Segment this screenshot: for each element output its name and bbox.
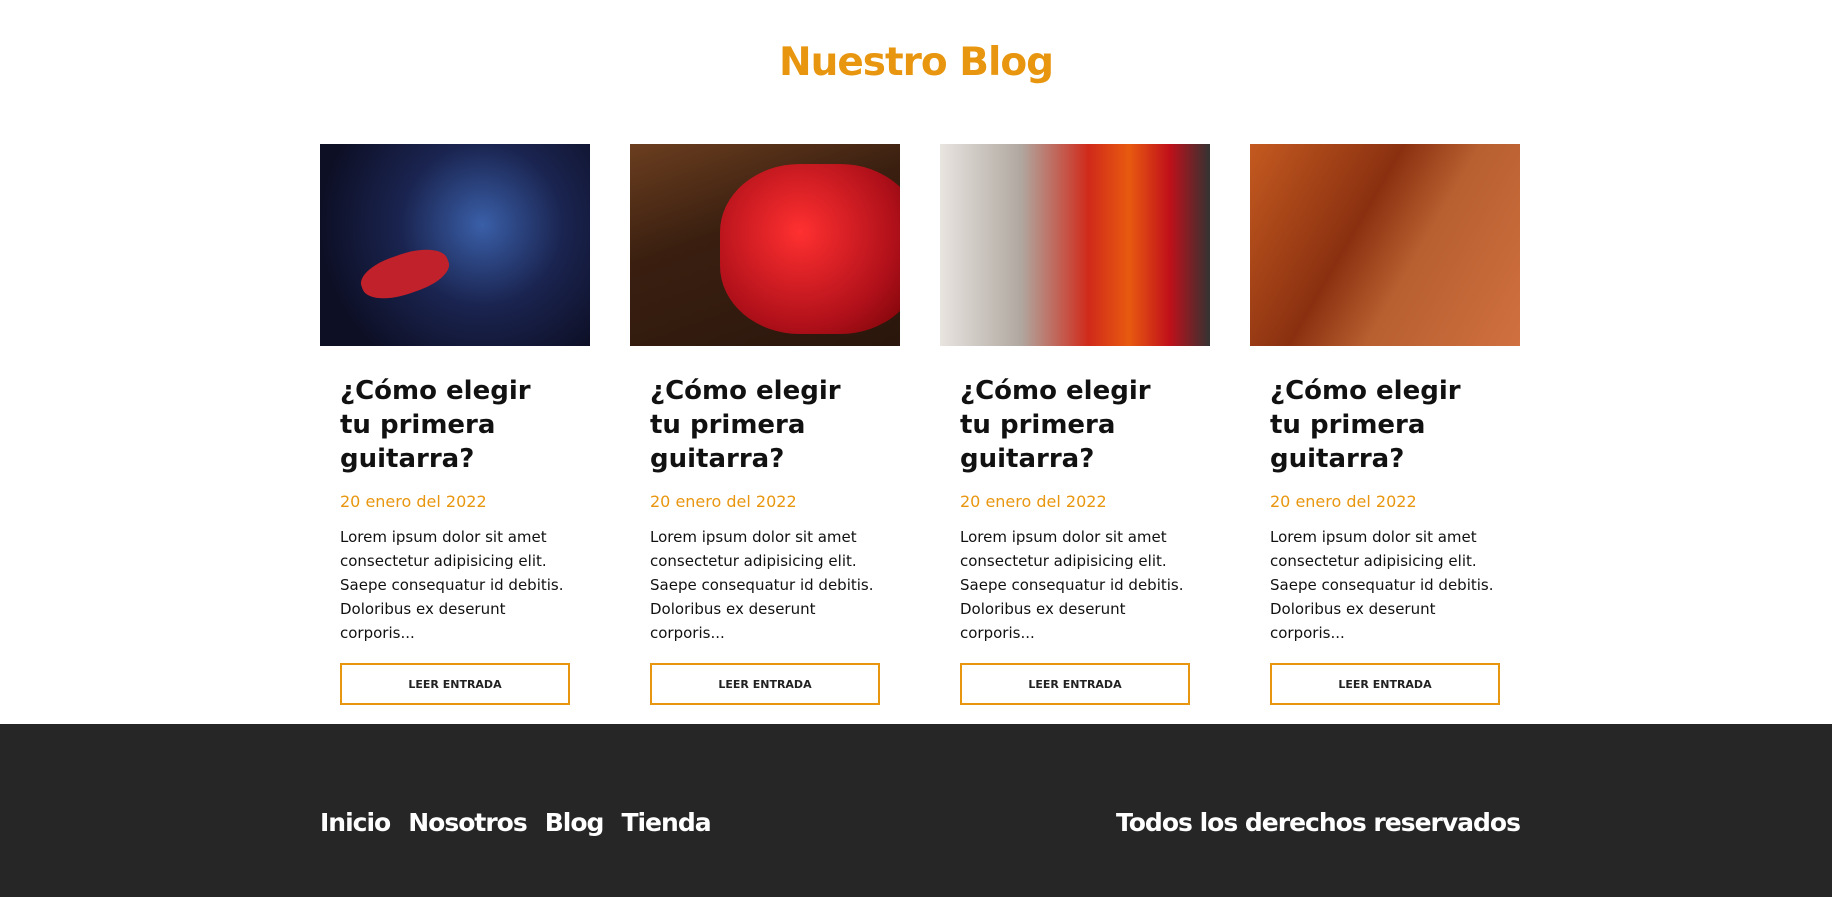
- read-post-button[interactable]: LEER ENTRADA: [960, 663, 1190, 705]
- post-excerpt: Lorem ipsum dolor sit amet consectetur a…: [340, 528, 564, 642]
- read-post-button[interactable]: LEER ENTRADA: [1270, 663, 1500, 705]
- footer-nav: Inicio Nosotros Blog Tienda: [320, 808, 712, 837]
- blog-card: ¿Cómo elegir tu primera guitarra? 20 ene…: [320, 144, 590, 705]
- read-post-button[interactable]: LEER ENTRADA: [340, 663, 570, 705]
- post-date: 20 enero del 2022: [340, 492, 487, 511]
- post-date: 20 enero del 2022: [650, 492, 797, 511]
- read-post-button[interactable]: LEER ENTRADA: [650, 663, 880, 705]
- post-excerpt: Lorem ipsum dolor sit amet consectetur a…: [960, 528, 1184, 642]
- post-title: ¿Cómo elegir tu primera guitarra?: [960, 376, 1151, 474]
- post-excerpt: Lorem ipsum dolor sit amet consectetur a…: [650, 528, 874, 642]
- post-date: 20 enero del 2022: [1270, 492, 1417, 511]
- footer-link-blog[interactable]: Blog: [545, 808, 605, 837]
- blog-card: ¿Cómo elegir tu primera guitarra? 20 ene…: [630, 144, 900, 705]
- footer-link-inicio[interactable]: Inicio: [320, 808, 391, 837]
- post-title: ¿Cómo elegir tu primera guitarra?: [340, 376, 531, 474]
- blog-card: ¿Cómo elegir tu primera guitarra? 20 ene…: [1250, 144, 1520, 705]
- page-title: Nuestro Blog: [778, 40, 1054, 85]
- guitarist-image: [320, 144, 590, 346]
- post-title: ¿Cómo elegir tu primera guitarra?: [1270, 376, 1461, 474]
- post-title: ¿Cómo elegir tu primera guitarra?: [650, 376, 841, 474]
- footer-link-tienda[interactable]: Tienda: [621, 808, 711, 837]
- post-date: 20 enero del 2022: [960, 492, 1107, 511]
- acoustic-guitars-image: [1250, 144, 1520, 346]
- post-excerpt: Lorem ipsum dolor sit amet consectetur a…: [1270, 528, 1494, 642]
- footer-link-nosotros[interactable]: Nosotros: [408, 808, 527, 837]
- blog-card: ¿Cómo elegir tu primera guitarra? 20 ene…: [940, 144, 1210, 705]
- footer: Inicio Nosotros Blog Tienda Todos los de…: [0, 724, 1832, 897]
- copyright: Todos los derechos reservados: [1116, 808, 1521, 837]
- red-guitar-image: [630, 144, 900, 346]
- blog-grid: ¿Cómo elegir tu primera guitarra? 20 ene…: [320, 144, 1520, 705]
- guitar-store-image: [940, 144, 1210, 346]
